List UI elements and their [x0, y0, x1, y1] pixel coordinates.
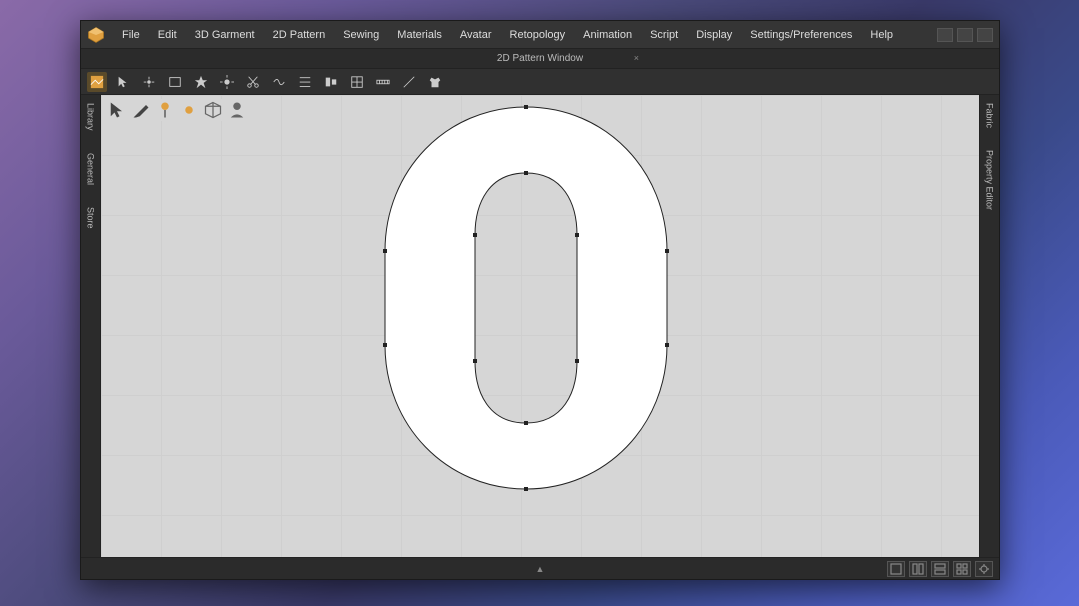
menu-bar: File Edit 3D Garment 2D Pattern Sewing M…: [81, 21, 999, 49]
view-quad-button[interactable]: [953, 561, 971, 577]
canvas-pen-tool[interactable]: [131, 100, 151, 120]
right-side-tabs: Fabric Property Editor: [979, 95, 999, 557]
fold-tool[interactable]: [295, 72, 315, 92]
left-side-tabs: Library General Store: [81, 95, 101, 557]
tab-property-editor[interactable]: Property Editor: [983, 144, 997, 216]
pattern-window-title: 2D Pattern Window: [497, 53, 583, 64]
canvas-pointer-tool[interactable]: [107, 100, 127, 120]
grid-tool[interactable]: [347, 72, 367, 92]
star-tool[interactable]: [191, 72, 211, 92]
brightness-tool[interactable]: [217, 72, 237, 92]
window-controls: [937, 28, 993, 42]
ruler-tool[interactable]: [373, 72, 393, 92]
canvas-avatar-tool[interactable]: [227, 100, 247, 120]
menu-help[interactable]: Help: [863, 25, 900, 45]
menu-edit[interactable]: Edit: [151, 25, 184, 45]
canvas-2d-pattern[interactable]: [101, 95, 979, 557]
menu-3d-garment[interactable]: 3D Garment: [188, 25, 262, 45]
menu-retopology[interactable]: Retopology: [503, 25, 573, 45]
menu-sewing[interactable]: Sewing: [336, 25, 386, 45]
menu-file[interactable]: File: [115, 25, 147, 45]
minimize-button[interactable]: [937, 28, 953, 42]
rectangle-tool[interactable]: [165, 72, 185, 92]
tab-library[interactable]: Library: [84, 97, 98, 137]
menu-materials[interactable]: Materials: [390, 25, 449, 45]
menu-2d-pattern[interactable]: 2D Pattern: [266, 25, 333, 45]
cursor-tool[interactable]: [113, 72, 133, 92]
join-tool[interactable]: [269, 72, 289, 92]
garment-tool[interactable]: [425, 72, 445, 92]
app-window: File Edit 3D Garment 2D Pattern Sewing M…: [80, 20, 1000, 580]
align-tool[interactable]: [321, 72, 341, 92]
tab-close-icon[interactable]: ×: [634, 53, 639, 63]
pattern-piece-o-shape[interactable]: [381, 103, 671, 493]
menu-animation[interactable]: Animation: [576, 25, 639, 45]
app-logo-icon: [87, 26, 105, 44]
line-tool[interactable]: [399, 72, 419, 92]
canvas-sun-tool[interactable]: [179, 100, 199, 120]
close-button[interactable]: [977, 28, 993, 42]
menu-script[interactable]: Script: [643, 25, 685, 45]
canvas-pin-tool[interactable]: [155, 100, 175, 120]
status-bar: ▲: [81, 557, 999, 579]
canvas-cube-tool[interactable]: [203, 100, 223, 120]
main-row: Library General Store: [81, 95, 999, 557]
edit-texture-tool[interactable]: [87, 72, 107, 92]
add-point-tool[interactable]: [139, 72, 159, 92]
expand-panel-icon[interactable]: ▲: [536, 564, 545, 574]
view-split-h-button[interactable]: [931, 561, 949, 577]
toolbar: [81, 69, 999, 95]
view-split-v-button[interactable]: [909, 561, 927, 577]
tab-store[interactable]: Store: [84, 201, 98, 235]
menu-settings[interactable]: Settings/Preferences: [743, 25, 859, 45]
layout-settings-button[interactable]: [975, 561, 993, 577]
menu-display[interactable]: Display: [689, 25, 739, 45]
cut-tool[interactable]: [243, 72, 263, 92]
tab-general[interactable]: General: [84, 147, 98, 191]
canvas-toolbar: [105, 99, 249, 121]
menu-avatar[interactable]: Avatar: [453, 25, 499, 45]
sub-header: 2D Pattern Window ×: [81, 49, 999, 69]
tab-fabric[interactable]: Fabric: [983, 97, 997, 134]
maximize-button[interactable]: [957, 28, 973, 42]
view-single-button[interactable]: [887, 561, 905, 577]
